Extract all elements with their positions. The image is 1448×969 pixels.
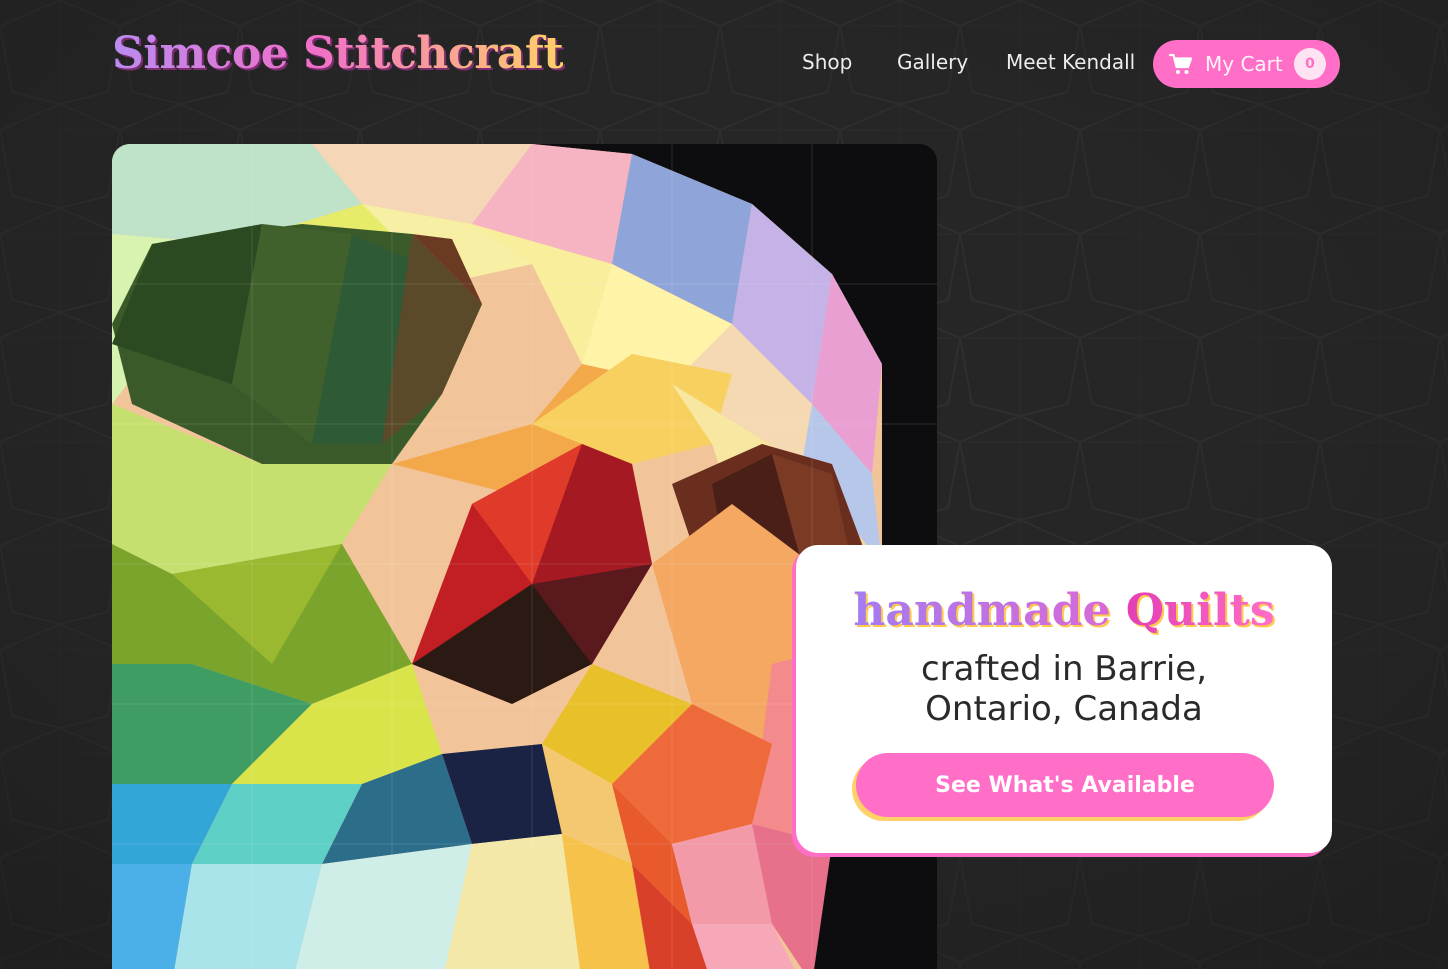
headline-quilts: Quilts: [1125, 585, 1275, 636]
hero-subline: crafted in Barrie, Ontario, Canada: [920, 649, 1207, 729]
cart-button[interactable]: My Cart 0: [1153, 40, 1340, 88]
nav-link-shop[interactable]: Shop: [802, 50, 852, 74]
nav-link-gallery[interactable]: Gallery: [897, 50, 968, 74]
hero-card: handmade Quilts crafted in Barrie, Ontar…: [796, 545, 1332, 853]
shopping-cart-icon: [1169, 53, 1193, 74]
hero-headline: handmade Quilts: [796, 585, 1332, 636]
site-header: Simcoe Stitchcraft Shop Gallery Meet Ken…: [0, 0, 1448, 130]
nav-link-meet-kendall[interactable]: Meet Kendall: [1006, 50, 1135, 74]
see-whats-available-button[interactable]: See What's Available: [856, 753, 1274, 817]
cart-label: My Cart: [1205, 52, 1283, 76]
brand-logo[interactable]: Simcoe Stitchcraft: [112, 28, 564, 79]
cart-count-badge: 0: [1294, 48, 1326, 80]
headline-handmade: handmade: [853, 585, 1111, 636]
